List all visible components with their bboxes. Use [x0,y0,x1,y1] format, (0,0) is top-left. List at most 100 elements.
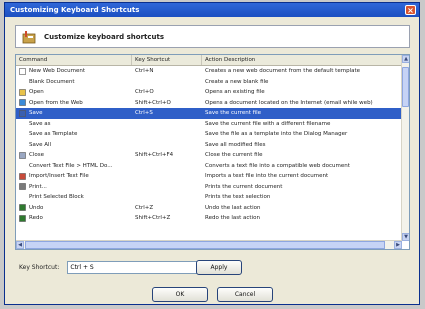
table-header: Command Key Shortcut Action Description [16,55,402,66]
description-cell: Converts a text file into a compatible w… [205,162,350,169]
table-row[interactable]: Save as Save the current file with a diff… [16,119,402,130]
command-cell: New Web Document [16,66,132,77]
description-cell: Redo the last action [205,215,260,221]
command-name: Open from the Web [29,99,83,106]
command-name: Print... [29,183,47,190]
customize-shortcuts-dialog: Customizing Keyboard Shortcuts × Customi… [4,2,420,305]
vertical-scrollbar[interactable]: ▲ ▼ [401,55,409,241]
key-shortcut-cell [132,171,202,182]
command-cell: Print Selected Block [16,192,132,203]
scroll-down-arrow[interactable]: ▼ [402,233,409,241]
table-row[interactable]: New Web Document Ctrl+N Creates a new web … [16,66,402,77]
ok-button[interactable]: OK [152,287,208,302]
command-cell: Blank Document [16,77,132,88]
description-cell: Save the current file with a different f… [205,120,331,127]
key-shortcut-input[interactable] [67,261,218,274]
vertical-scroll-thumb[interactable] [402,67,409,107]
command-name: Undo [29,204,44,211]
table-rows: New Web Document Ctrl+N Creates a new web … [16,66,402,224]
command-name: Save as [29,120,51,127]
key-shortcut-cell [132,192,202,203]
table-row[interactable]: Blank Document Create a new blank file [16,77,402,88]
globe-icon [19,99,26,107]
shortcuts-table: Command Key Shortcut Action Description … [15,54,410,250]
command-name: Convert Text File > HTML Do... [29,162,113,169]
description-cell: Creates a new web document from the defa… [205,68,360,74]
table-row[interactable]: Redo Shift+Ctrl+Z Redo the last action [16,213,402,224]
key-shortcut-cell: Ctrl+N [135,68,154,74]
description-cell: Save the file as a template into the Dia… [205,131,348,137]
save-disk-icon [19,109,26,117]
key-shortcut-cell [132,77,202,88]
horizontal-scroll-thumb[interactable] [25,241,385,249]
command-name: Save as Template [29,131,78,137]
redo-icon [19,214,26,222]
command-name: Save [29,110,43,116]
description-cell: Opens a document located on the Internet… [205,99,373,106]
banner-title: Customize keyboard shortcuts [44,32,165,41]
table-row[interactable]: Print Selected Block Prints the text sele… [16,192,402,203]
title-bar[interactable]: Customizing Keyboard Shortcuts × [5,3,419,17]
table-row[interactable]: Save Ctrl+S Save the current file [16,108,402,119]
description-cell: Imports a text file into the current doc… [205,173,329,179]
description-cell: Close the current file [205,152,263,158]
command-name: Open [29,89,44,95]
command-cell: Open [16,87,132,98]
key-shortcut-cell [132,182,202,193]
command-name: Save All [29,141,52,148]
table-row[interactable]: Open from the Web Shift+Ctrl+O Opens a doc… [16,98,402,109]
table-row[interactable]: Convert Text File > HTML Do... Converts a… [16,161,402,172]
dialog-title: Customizing Keyboard Shortcuts [10,6,140,14]
command-name: New Web Document [29,68,85,74]
command-name: Print Selected Block [29,194,84,200]
close-file-icon [19,151,26,159]
key-shortcut-cell: Shift+Ctrl+F4 [135,152,174,158]
command-cell: Save as [16,119,132,130]
command-name: Blank Document [29,78,75,85]
keyboard-shortcut-icon [22,30,36,43]
key-shortcut-cell [132,161,202,172]
close-button[interactable]: × [405,5,416,15]
key-shortcut-label: Key Shortcut: [19,264,60,271]
description-cell: Undo the last action [205,204,261,211]
description-cell: Prints the text selection [205,194,271,200]
undo-icon [19,204,26,212]
table-row[interactable]: Close Shift+Ctrl+F4 Close the current file [16,150,402,161]
column-header-action-description[interactable]: Action Description [202,55,402,65]
command-cell: Print... [16,182,132,193]
printer-icon [19,183,26,191]
import-icon [19,172,26,180]
table-row[interactable]: Save as Template Save the file as a templ… [16,129,402,140]
command-cell: Convert Text File > HTML Do... [16,161,132,172]
table-row[interactable]: Save All Save all modified files [16,140,402,151]
key-shortcut-cell: Ctrl+S [135,110,153,116]
key-shortcut-cell [132,129,202,140]
command-cell: Open from the Web [16,98,132,109]
scroll-up-arrow[interactable]: ▲ [402,55,409,63]
apply-button[interactable]: Apply [196,260,242,275]
command-cell: Redo [16,213,132,224]
command-cell: Close [16,150,132,161]
column-header-command[interactable]: Command [16,55,132,65]
command-cell: Save All [16,140,132,151]
key-shortcut-cell: Ctrl+Z [135,204,154,211]
description-cell: Prints the current document [205,183,283,190]
table-row[interactable]: Print... Prints the current document [16,182,402,193]
scroll-left-arrow[interactable]: ◀ [16,241,24,249]
table-row[interactable]: Open Ctrl+O Opens an existing file [16,87,402,98]
command-name: Redo [29,215,43,221]
description-cell: Opens an existing file [205,89,265,95]
key-shortcut-cell: Shift+Ctrl+O [135,99,171,106]
scroll-right-arrow[interactable]: ▶ [394,241,402,249]
description-cell: Save all modified files [205,141,266,148]
command-name: Close [29,152,44,158]
horizontal-scrollbar[interactable]: ◀ ▶ [16,240,402,249]
cancel-button[interactable]: Cancel [217,287,273,302]
table-row[interactable]: Undo Ctrl+Z Undo the last action [16,203,402,214]
key-shortcut-cell: Shift+Ctrl+Z [135,215,171,221]
table-row[interactable]: Import/Insert Text File Imports a text fi… [16,171,402,182]
description-cell: Create a new blank file [205,78,269,85]
key-shortcut-cell: Ctrl+O [135,89,154,95]
key-shortcut-cell [132,140,202,151]
column-header-key-shortcut[interactable]: Key Shortcut [132,55,202,65]
